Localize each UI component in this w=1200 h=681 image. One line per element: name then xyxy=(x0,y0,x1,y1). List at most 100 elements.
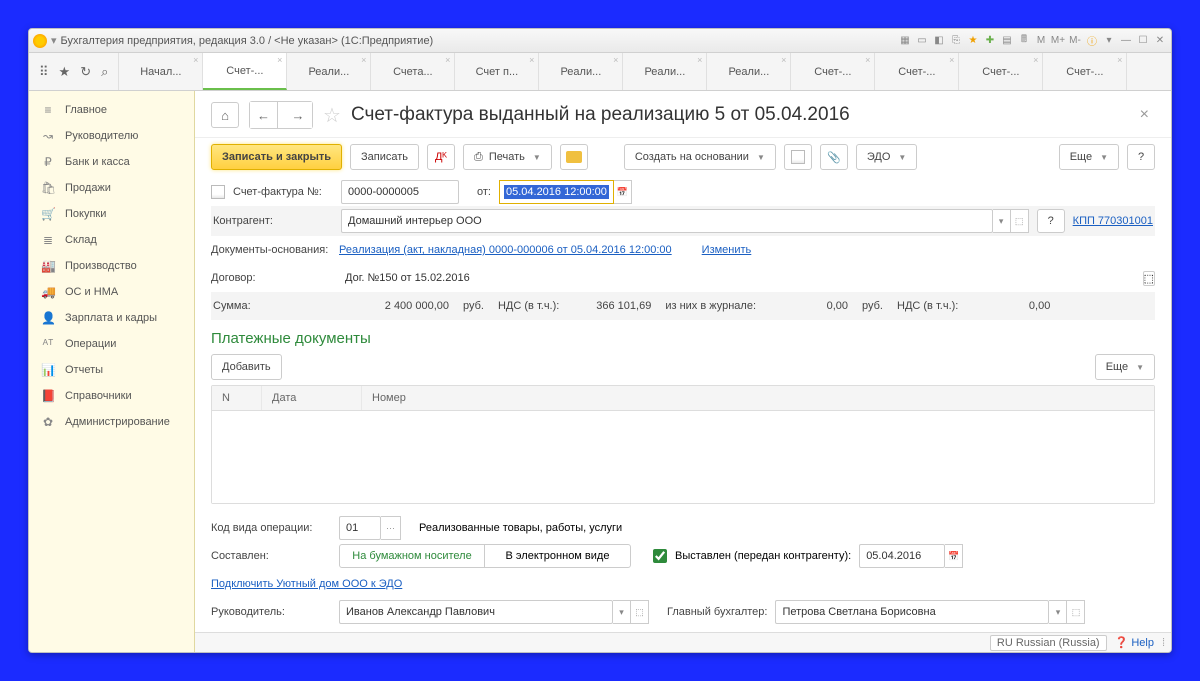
handed-date-input[interactable] xyxy=(859,544,945,568)
sidebar-item[interactable]: ≡Главное xyxy=(29,97,194,123)
sidebar-item[interactable]: ↝Руководителю xyxy=(29,123,194,149)
add-button[interactable]: Добавить xyxy=(211,354,282,380)
close-tab-icon[interactable]: × xyxy=(361,55,366,65)
forward-button[interactable]: → xyxy=(284,102,312,128)
more-button[interactable]: Еще▼ xyxy=(1059,144,1119,170)
basis-change-link[interactable]: Изменить xyxy=(702,244,752,256)
basis-link[interactable]: Реализация (акт, накладная) 0000-000006 … xyxy=(339,244,672,256)
help-button[interactable]: ? xyxy=(1127,144,1155,170)
date-input[interactable]: 05.04.2016 12:00:00 xyxy=(499,180,614,204)
grid-col-n[interactable]: N xyxy=(212,386,262,410)
open-ref-icon[interactable]: ⬚ xyxy=(1143,271,1155,286)
edo-connect-link[interactable]: Подключить Уютный дом ООО к ЭДО xyxy=(211,578,402,590)
tool-icon[interactable]: ▤ xyxy=(1000,34,1014,48)
seg-electronic-option[interactable]: В электронном виде xyxy=(485,545,630,567)
close-tab-icon[interactable]: × xyxy=(781,55,786,65)
grid-col-number[interactable]: Номер xyxy=(362,386,1154,410)
close-tab-icon[interactable]: × xyxy=(193,55,198,65)
memory-mplus[interactable]: M+ xyxy=(1051,34,1065,48)
help-link[interactable]: ❓Help xyxy=(1115,636,1154,649)
close-tab-icon[interactable]: × xyxy=(613,55,618,65)
memory-mminus[interactable]: M- xyxy=(1068,34,1082,48)
create-based-button[interactable]: Создать на основании▼ xyxy=(624,144,776,170)
counterparty-input[interactable] xyxy=(341,209,993,233)
resize-grip-icon[interactable]: ⁞ xyxy=(1162,637,1165,649)
favorite-icon[interactable]: ★ xyxy=(59,64,71,80)
sidebar-item[interactable]: ✿Администрирование xyxy=(29,409,194,435)
tab[interactable]: Счет-...× xyxy=(875,53,959,90)
sidebar-item[interactable]: ≣Склад xyxy=(29,227,194,253)
open-ref-icon[interactable]: ⬚ xyxy=(1011,209,1029,233)
tab[interactable]: Счет-...× xyxy=(203,53,287,90)
tab[interactable]: Счет-...× xyxy=(959,53,1043,90)
tool-icon[interactable]: ▦ xyxy=(898,34,912,48)
apps-icon[interactable]: ⠿ xyxy=(39,64,49,80)
dropdown-icon[interactable]: ▾ xyxy=(1049,600,1067,624)
handed-checkbox[interactable] xyxy=(653,549,667,563)
sidebar-item[interactable]: 🏭Производство xyxy=(29,253,194,279)
sidebar-item[interactable]: 👤Зарплата и кадры xyxy=(29,305,194,331)
tab[interactable]: Счета...× xyxy=(371,53,455,90)
dropdown-icon[interactable]: ▾ xyxy=(993,209,1011,233)
edo-button[interactable]: ЭДО▼ xyxy=(856,144,917,170)
sidebar-item[interactable]: 🛒Покупки xyxy=(29,201,194,227)
number-input[interactable] xyxy=(341,180,459,204)
save-button[interactable]: Записать xyxy=(350,144,419,170)
tool-icon[interactable]: ▭ xyxy=(915,34,929,48)
close-tab-icon[interactable]: × xyxy=(529,55,534,65)
close-tab-icon[interactable]: × xyxy=(445,55,450,65)
kpp-link[interactable]: КПП 770301001 xyxy=(1073,215,1153,227)
tab[interactable]: Счет п...× xyxy=(455,53,539,90)
close-tab-button[interactable]: × xyxy=(1134,106,1155,124)
calendar-icon[interactable]: 📅 xyxy=(945,544,963,568)
sidebar-item[interactable]: ᴬᵀОперации xyxy=(29,331,194,357)
sidebar-item[interactable]: ₽Банк и касса xyxy=(29,149,194,175)
open-ref-icon[interactable]: ⬚ xyxy=(1067,600,1085,624)
dropdown-icon[interactable]: ▾ xyxy=(613,600,631,624)
close-tab-icon[interactable]: × xyxy=(865,55,870,65)
tab[interactable]: Реали...× xyxy=(623,53,707,90)
info-icon[interactable]: ⓘ xyxy=(1085,34,1099,48)
close-tab-icon[interactable]: × xyxy=(277,55,282,65)
movements-button[interactable]: Дᴷ xyxy=(427,144,455,170)
print-button[interactable]: ⎙Печать▼ xyxy=(463,144,552,170)
accountant-input[interactable] xyxy=(775,600,1049,624)
manager-input[interactable] xyxy=(339,600,613,624)
attach-button[interactable]: 📎 xyxy=(820,144,848,170)
contract-input[interactable] xyxy=(339,266,1135,290)
tool-icon[interactable]: ⎘ xyxy=(949,34,963,48)
close-tab-icon[interactable]: × xyxy=(1117,55,1122,65)
sidebar-item[interactable]: 🚚ОС и НМА xyxy=(29,279,194,305)
open-ref-icon[interactable]: ⬚ xyxy=(631,600,649,624)
grid-body[interactable] xyxy=(212,411,1154,503)
calendar-icon[interactable]: 📅 xyxy=(614,180,632,204)
more-button[interactable]: Еще▼ xyxy=(1095,354,1155,380)
email-button[interactable] xyxy=(560,144,588,170)
tab[interactable]: Счет-...× xyxy=(1043,53,1127,90)
memory-m[interactable]: M xyxy=(1034,34,1048,48)
close-tab-icon[interactable]: × xyxy=(1033,55,1038,65)
tool-icon[interactable]: ◧ xyxy=(932,34,946,48)
minimize-icon[interactable]: — xyxy=(1119,34,1133,48)
save-close-button[interactable]: Записать и закрыть xyxy=(211,144,342,170)
tab[interactable]: Реали...× xyxy=(539,53,623,90)
add-icon[interactable]: ✚ xyxy=(983,34,997,48)
lang-indicator[interactable]: RU Russian (Russia) xyxy=(990,635,1107,651)
back-button[interactable]: ← xyxy=(250,102,278,128)
dropdown-icon[interactable]: ▾ xyxy=(51,34,57,47)
close-tab-icon[interactable]: × xyxy=(949,55,954,65)
search-icon[interactable]: ⌕ xyxy=(101,64,108,80)
tab[interactable]: Реали...× xyxy=(287,53,371,90)
favorite-toggle[interactable]: ☆ xyxy=(323,103,341,128)
sidebar-item[interactable]: 📊Отчеты xyxy=(29,357,194,383)
picker-icon[interactable]: ⋯ xyxy=(381,516,401,540)
sidebar-item[interactable]: 📕Справочники xyxy=(29,383,194,409)
sidebar-item[interactable]: 🛍Продажи xyxy=(29,175,194,201)
report-button[interactable] xyxy=(784,144,812,170)
grid-col-date[interactable]: Дата xyxy=(262,386,362,410)
home-button[interactable]: ⌂ xyxy=(211,102,239,128)
tab[interactable]: Счет-...× xyxy=(791,53,875,90)
op-code-input[interactable] xyxy=(339,516,381,540)
seg-paper-option[interactable]: На бумажном носителе xyxy=(340,545,485,567)
tab[interactable]: Реали...× xyxy=(707,53,791,90)
